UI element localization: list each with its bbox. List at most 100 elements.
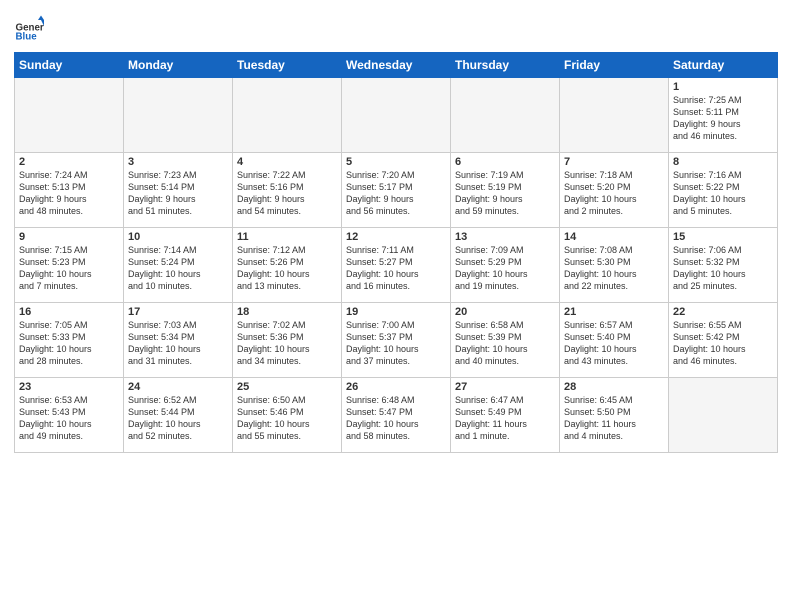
week-row-2: 2Sunrise: 7:24 AM Sunset: 5:13 PM Daylig… [15, 153, 778, 228]
day-info: Sunrise: 7:24 AM Sunset: 5:13 PM Dayligh… [19, 169, 119, 218]
calendar-cell [342, 78, 451, 153]
calendar-cell: 2Sunrise: 7:24 AM Sunset: 5:13 PM Daylig… [15, 153, 124, 228]
day-info: Sunrise: 7:18 AM Sunset: 5:20 PM Dayligh… [564, 169, 664, 218]
week-row-1: 1Sunrise: 7:25 AM Sunset: 5:11 PM Daylig… [15, 78, 778, 153]
week-row-3: 9Sunrise: 7:15 AM Sunset: 5:23 PM Daylig… [15, 228, 778, 303]
calendar-cell: 28Sunrise: 6:45 AM Sunset: 5:50 PM Dayli… [560, 378, 669, 453]
day-number: 9 [19, 231, 119, 243]
day-number: 16 [19, 306, 119, 318]
calendar-cell: 26Sunrise: 6:48 AM Sunset: 5:47 PM Dayli… [342, 378, 451, 453]
day-info: Sunrise: 6:58 AM Sunset: 5:39 PM Dayligh… [455, 319, 555, 368]
calendar-cell: 27Sunrise: 6:47 AM Sunset: 5:49 PM Dayli… [451, 378, 560, 453]
weekday-saturday: Saturday [669, 53, 778, 78]
calendar-cell: 6Sunrise: 7:19 AM Sunset: 5:19 PM Daylig… [451, 153, 560, 228]
day-number: 4 [237, 156, 337, 168]
day-info: Sunrise: 6:55 AM Sunset: 5:42 PM Dayligh… [673, 319, 773, 368]
day-number: 22 [673, 306, 773, 318]
calendar-cell [560, 78, 669, 153]
day-info: Sunrise: 7:00 AM Sunset: 5:37 PM Dayligh… [346, 319, 446, 368]
day-number: 20 [455, 306, 555, 318]
calendar-cell: 7Sunrise: 7:18 AM Sunset: 5:20 PM Daylig… [560, 153, 669, 228]
calendar-cell: 22Sunrise: 6:55 AM Sunset: 5:42 PM Dayli… [669, 303, 778, 378]
calendar-cell: 9Sunrise: 7:15 AM Sunset: 5:23 PM Daylig… [15, 228, 124, 303]
day-info: Sunrise: 6:48 AM Sunset: 5:47 PM Dayligh… [346, 394, 446, 443]
calendar-cell: 10Sunrise: 7:14 AM Sunset: 5:24 PM Dayli… [124, 228, 233, 303]
calendar-cell: 18Sunrise: 7:02 AM Sunset: 5:36 PM Dayli… [233, 303, 342, 378]
weekday-tuesday: Tuesday [233, 53, 342, 78]
day-info: Sunrise: 7:12 AM Sunset: 5:26 PM Dayligh… [237, 244, 337, 293]
day-info: Sunrise: 6:52 AM Sunset: 5:44 PM Dayligh… [128, 394, 228, 443]
day-number: 14 [564, 231, 664, 243]
page: General Blue SundayMondayTuesdayWednesda… [0, 0, 792, 612]
calendar-cell: 13Sunrise: 7:09 AM Sunset: 5:29 PM Dayli… [451, 228, 560, 303]
day-info: Sunrise: 7:22 AM Sunset: 5:16 PM Dayligh… [237, 169, 337, 218]
day-number: 8 [673, 156, 773, 168]
day-info: Sunrise: 6:47 AM Sunset: 5:49 PM Dayligh… [455, 394, 555, 443]
calendar-cell: 8Sunrise: 7:16 AM Sunset: 5:22 PM Daylig… [669, 153, 778, 228]
calendar-cell: 20Sunrise: 6:58 AM Sunset: 5:39 PM Dayli… [451, 303, 560, 378]
calendar-cell: 12Sunrise: 7:11 AM Sunset: 5:27 PM Dayli… [342, 228, 451, 303]
calendar-cell: 3Sunrise: 7:23 AM Sunset: 5:14 PM Daylig… [124, 153, 233, 228]
calendar-cell: 24Sunrise: 6:52 AM Sunset: 5:44 PM Dayli… [124, 378, 233, 453]
day-number: 11 [237, 231, 337, 243]
day-number: 10 [128, 231, 228, 243]
day-number: 19 [346, 306, 446, 318]
day-number: 12 [346, 231, 446, 243]
day-number: 1 [673, 81, 773, 93]
day-info: Sunrise: 7:25 AM Sunset: 5:11 PM Dayligh… [673, 94, 773, 143]
day-number: 27 [455, 381, 555, 393]
calendar-cell [669, 378, 778, 453]
day-info: Sunrise: 7:02 AM Sunset: 5:36 PM Dayligh… [237, 319, 337, 368]
day-number: 24 [128, 381, 228, 393]
day-number: 28 [564, 381, 664, 393]
day-number: 7 [564, 156, 664, 168]
calendar-cell [233, 78, 342, 153]
calendar-cell [451, 78, 560, 153]
weekday-thursday: Thursday [451, 53, 560, 78]
day-info: Sunrise: 7:05 AM Sunset: 5:33 PM Dayligh… [19, 319, 119, 368]
day-info: Sunrise: 7:08 AM Sunset: 5:30 PM Dayligh… [564, 244, 664, 293]
calendar-cell: 23Sunrise: 6:53 AM Sunset: 5:43 PM Dayli… [15, 378, 124, 453]
logo-icon: General Blue [14, 14, 44, 44]
day-info: Sunrise: 6:57 AM Sunset: 5:40 PM Dayligh… [564, 319, 664, 368]
header: General Blue [14, 10, 778, 44]
day-number: 3 [128, 156, 228, 168]
calendar-cell: 16Sunrise: 7:05 AM Sunset: 5:33 PM Dayli… [15, 303, 124, 378]
day-number: 23 [19, 381, 119, 393]
week-row-5: 23Sunrise: 6:53 AM Sunset: 5:43 PM Dayli… [15, 378, 778, 453]
day-info: Sunrise: 7:20 AM Sunset: 5:17 PM Dayligh… [346, 169, 446, 218]
calendar-cell: 4Sunrise: 7:22 AM Sunset: 5:16 PM Daylig… [233, 153, 342, 228]
week-row-4: 16Sunrise: 7:05 AM Sunset: 5:33 PM Dayli… [15, 303, 778, 378]
day-info: Sunrise: 7:03 AM Sunset: 5:34 PM Dayligh… [128, 319, 228, 368]
day-number: 2 [19, 156, 119, 168]
calendar-cell: 17Sunrise: 7:03 AM Sunset: 5:34 PM Dayli… [124, 303, 233, 378]
calendar-cell: 5Sunrise: 7:20 AM Sunset: 5:17 PM Daylig… [342, 153, 451, 228]
weekday-friday: Friday [560, 53, 669, 78]
day-number: 21 [564, 306, 664, 318]
calendar-table: SundayMondayTuesdayWednesdayThursdayFrid… [14, 52, 778, 453]
day-info: Sunrise: 7:23 AM Sunset: 5:14 PM Dayligh… [128, 169, 228, 218]
calendar-cell: 14Sunrise: 7:08 AM Sunset: 5:30 PM Dayli… [560, 228, 669, 303]
calendar-cell [124, 78, 233, 153]
day-number: 5 [346, 156, 446, 168]
day-number: 6 [455, 156, 555, 168]
day-info: Sunrise: 7:14 AM Sunset: 5:24 PM Dayligh… [128, 244, 228, 293]
weekday-header-row: SundayMondayTuesdayWednesdayThursdayFrid… [15, 53, 778, 78]
calendar-cell: 15Sunrise: 7:06 AM Sunset: 5:32 PM Dayli… [669, 228, 778, 303]
weekday-monday: Monday [124, 53, 233, 78]
calendar-cell: 21Sunrise: 6:57 AM Sunset: 5:40 PM Dayli… [560, 303, 669, 378]
weekday-sunday: Sunday [15, 53, 124, 78]
day-info: Sunrise: 7:15 AM Sunset: 5:23 PM Dayligh… [19, 244, 119, 293]
weekday-wednesday: Wednesday [342, 53, 451, 78]
day-info: Sunrise: 7:06 AM Sunset: 5:32 PM Dayligh… [673, 244, 773, 293]
day-number: 18 [237, 306, 337, 318]
calendar-cell: 11Sunrise: 7:12 AM Sunset: 5:26 PM Dayli… [233, 228, 342, 303]
day-number: 25 [237, 381, 337, 393]
day-info: Sunrise: 7:16 AM Sunset: 5:22 PM Dayligh… [673, 169, 773, 218]
day-info: Sunrise: 6:50 AM Sunset: 5:46 PM Dayligh… [237, 394, 337, 443]
day-number: 26 [346, 381, 446, 393]
logo: General Blue [14, 14, 46, 44]
calendar-cell [15, 78, 124, 153]
svg-text:Blue: Blue [16, 32, 38, 43]
day-info: Sunrise: 6:45 AM Sunset: 5:50 PM Dayligh… [564, 394, 664, 443]
